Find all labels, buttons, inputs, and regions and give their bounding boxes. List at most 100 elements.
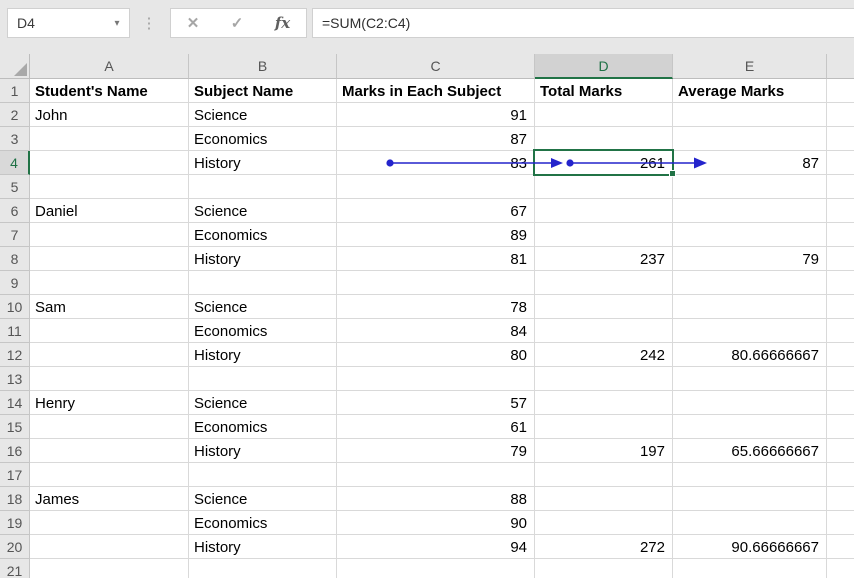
cell-A14[interactable]: Henry — [30, 391, 189, 415]
row-header-12[interactable]: 12 — [0, 343, 30, 367]
row-header-21[interactable]: 21 — [0, 559, 30, 578]
cell-E16[interactable]: 65.66666667 — [673, 439, 827, 463]
cell-C16[interactable]: 79 — [337, 439, 535, 463]
cell-F13[interactable] — [827, 367, 854, 391]
cell-A20[interactable] — [30, 535, 189, 559]
cell-C11[interactable]: 84 — [337, 319, 535, 343]
cell-B14[interactable]: Science — [189, 391, 337, 415]
column-header-C[interactable]: C — [337, 54, 535, 79]
cell-A8[interactable] — [30, 247, 189, 271]
row-header-9[interactable]: 9 — [0, 271, 30, 295]
cell-E21[interactable] — [673, 559, 827, 578]
cell-C12[interactable]: 80 — [337, 343, 535, 367]
row-header-17[interactable]: 17 — [0, 463, 30, 487]
column-header-A[interactable]: A — [30, 54, 189, 79]
cell-B21[interactable] — [189, 559, 337, 578]
cell-B19[interactable]: Economics — [189, 511, 337, 535]
cell-F21[interactable] — [827, 559, 854, 578]
row-header-13[interactable]: 13 — [0, 367, 30, 391]
cell-D7[interactable] — [535, 223, 673, 247]
cell-D11[interactable] — [535, 319, 673, 343]
cell-B9[interactable] — [189, 271, 337, 295]
cell-C17[interactable] — [337, 463, 535, 487]
cell-C18[interactable]: 88 — [337, 487, 535, 511]
row-header-18[interactable]: 18 — [0, 487, 30, 511]
cell-B6[interactable]: Science — [189, 199, 337, 223]
column-header-F[interactable] — [827, 54, 854, 79]
cell-F5[interactable] — [827, 175, 854, 199]
cell-A4[interactable] — [30, 151, 189, 175]
cell-C8[interactable]: 81 — [337, 247, 535, 271]
row-header-8[interactable]: 8 — [0, 247, 30, 271]
cell-E2[interactable] — [673, 103, 827, 127]
cell-C5[interactable] — [337, 175, 535, 199]
row-header-19[interactable]: 19 — [0, 511, 30, 535]
cell-C13[interactable] — [337, 367, 535, 391]
cell-A5[interactable] — [30, 175, 189, 199]
formula-input[interactable]: =SUM(C2:C4) — [312, 8, 854, 38]
cell-E3[interactable] — [673, 127, 827, 151]
row-header-6[interactable]: 6 — [0, 199, 30, 223]
cell-D5[interactable] — [535, 175, 673, 199]
cell-F18[interactable] — [827, 487, 854, 511]
cell-A17[interactable] — [30, 463, 189, 487]
cell-E12[interactable]: 80.66666667 — [673, 343, 827, 367]
cell-F6[interactable] — [827, 199, 854, 223]
cell-E5[interactable] — [673, 175, 827, 199]
cell-E9[interactable] — [673, 271, 827, 295]
cell-E8[interactable]: 79 — [673, 247, 827, 271]
cell-A21[interactable] — [30, 559, 189, 578]
cell-A7[interactable] — [30, 223, 189, 247]
cell-D8[interactable]: 237 — [535, 247, 673, 271]
cell-C20[interactable]: 94 — [337, 535, 535, 559]
fill-handle[interactable] — [669, 170, 676, 177]
cell-B2[interactable]: Science — [189, 103, 337, 127]
cell-C14[interactable]: 57 — [337, 391, 535, 415]
cell-E13[interactable] — [673, 367, 827, 391]
cell-B15[interactable]: Economics — [189, 415, 337, 439]
cell-B10[interactable]: Science — [189, 295, 337, 319]
cell-F8[interactable] — [827, 247, 854, 271]
column-header-B[interactable]: B — [189, 54, 337, 79]
cell-D16[interactable]: 197 — [535, 439, 673, 463]
cell-A10[interactable]: Sam — [30, 295, 189, 319]
name-box-dropdown-icon[interactable]: ▾ — [105, 18, 129, 29]
cell-C4[interactable]: 83 — [337, 151, 535, 175]
cell-D4[interactable]: 261 — [535, 151, 673, 175]
cell-E6[interactable] — [673, 199, 827, 223]
cell-B5[interactable] — [189, 175, 337, 199]
cell-E15[interactable] — [673, 415, 827, 439]
cell-C1[interactable]: Marks in Each Subject — [337, 79, 535, 103]
cell-D10[interactable] — [535, 295, 673, 319]
cell-A12[interactable] — [30, 343, 189, 367]
row-header-11[interactable]: 11 — [0, 319, 30, 343]
cell-F9[interactable] — [827, 271, 854, 295]
cell-F1[interactable] — [827, 79, 854, 103]
cell-E1[interactable]: Average Marks — [673, 79, 827, 103]
cell-F19[interactable] — [827, 511, 854, 535]
cell-D19[interactable] — [535, 511, 673, 535]
cell-E18[interactable] — [673, 487, 827, 511]
cell-B4[interactable]: History — [189, 151, 337, 175]
cell-A3[interactable] — [30, 127, 189, 151]
cell-B16[interactable]: History — [189, 439, 337, 463]
cell-D13[interactable] — [535, 367, 673, 391]
cancel-icon[interactable]: ✕ — [187, 14, 200, 32]
cell-B11[interactable]: Economics — [189, 319, 337, 343]
cell-E7[interactable] — [673, 223, 827, 247]
cell-A11[interactable] — [30, 319, 189, 343]
cell-F14[interactable] — [827, 391, 854, 415]
cell-E17[interactable] — [673, 463, 827, 487]
cell-E20[interactable]: 90.66666667 — [673, 535, 827, 559]
row-header-2[interactable]: 2 — [0, 103, 30, 127]
insert-function-icon[interactable]: fx — [275, 14, 290, 32]
cell-D15[interactable] — [535, 415, 673, 439]
cell-E11[interactable] — [673, 319, 827, 343]
cell-C19[interactable]: 90 — [337, 511, 535, 535]
cell-B7[interactable]: Economics — [189, 223, 337, 247]
cell-C2[interactable]: 91 — [337, 103, 535, 127]
row-header-20[interactable]: 20 — [0, 535, 30, 559]
column-header-E[interactable]: E — [673, 54, 827, 79]
cell-F4[interactable] — [827, 151, 854, 175]
cell-F15[interactable] — [827, 415, 854, 439]
